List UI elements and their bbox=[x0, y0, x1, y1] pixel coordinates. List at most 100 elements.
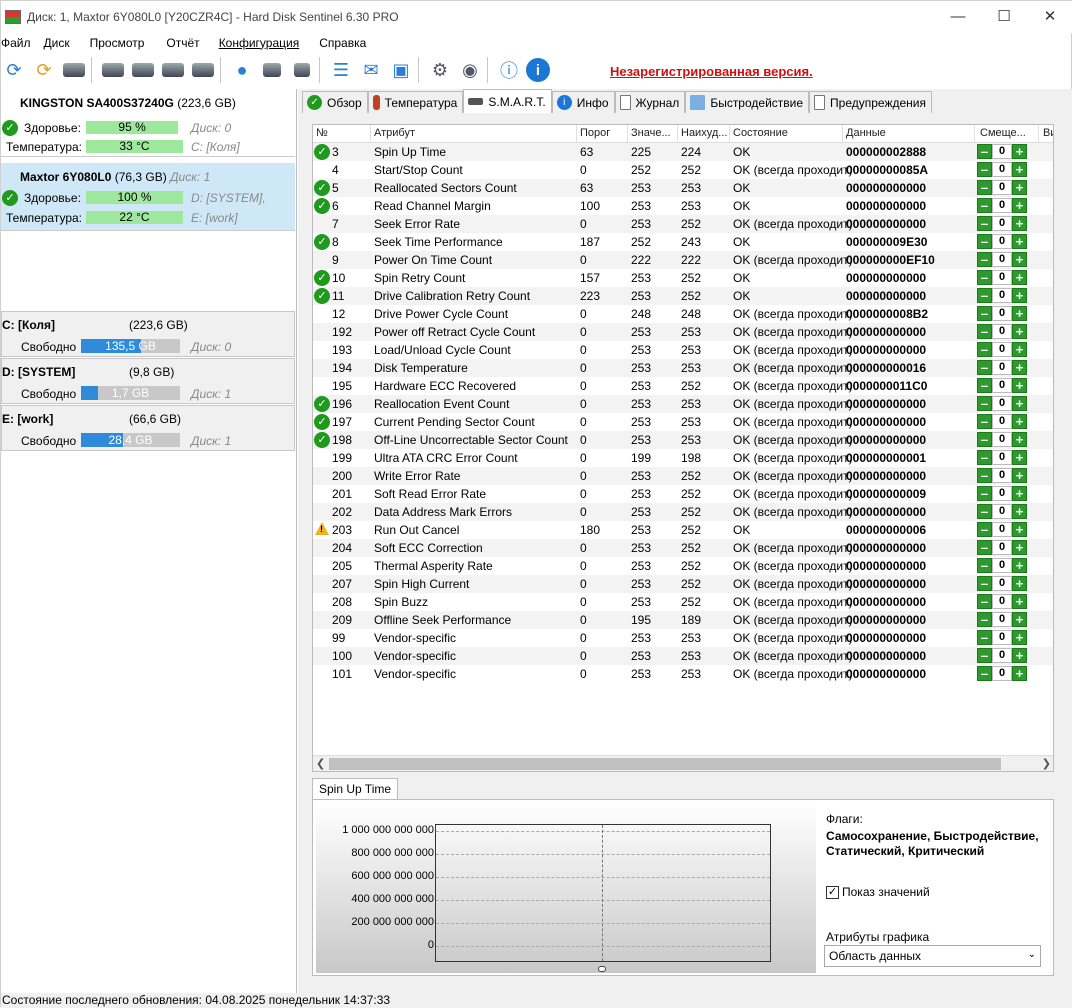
help-icon[interactable]: ⓘ bbox=[496, 57, 522, 83]
table-row[interactable]: 204 Soft ECC Correction 0 253 252 OK (всегда … bbox=[313, 539, 1053, 557]
table-row[interactable]: 7 Seek Error Rate 0 253 252 OK (всегда проход… bbox=[313, 215, 1053, 233]
plus-icon[interactable]: + bbox=[1012, 324, 1027, 339]
scroll-thumb[interactable] bbox=[329, 758, 1001, 770]
menu-config[interactable]: Конфигурация bbox=[219, 36, 311, 50]
table-row[interactable]: 101 Vendor-specific 0 253 253 OK (всегда прох… bbox=[313, 665, 1053, 683]
offset-value[interactable]: 0 bbox=[992, 522, 1012, 537]
plus-icon[interactable]: + bbox=[1012, 234, 1027, 249]
table-row[interactable]: ✓ 196 Reallocation Event Count 0 253 253 OK (в… bbox=[313, 395, 1053, 413]
plus-icon[interactable]: + bbox=[1012, 648, 1027, 663]
offset-stepper[interactable]: –0 + bbox=[977, 144, 1027, 159]
col-offset[interactable]: Смеще... bbox=[980, 127, 1026, 139]
col-worst[interactable]: Наихуд... bbox=[681, 127, 727, 139]
offset-value[interactable]: 0 bbox=[992, 198, 1012, 213]
minus-icon[interactable]: – bbox=[977, 198, 992, 213]
offset-stepper[interactable]: –0 + bbox=[977, 666, 1027, 681]
offset-stepper[interactable]: –0 + bbox=[977, 630, 1027, 645]
plus-icon[interactable]: + bbox=[1012, 252, 1027, 267]
volume-panel-d[interactable]: D: [SYSTEM] (9,8 GB) Свободно 1,7 GB Дис… bbox=[1, 358, 295, 404]
col-data[interactable]: Данные bbox=[846, 127, 886, 139]
table-row[interactable]: ✓ 8 Seek Time Performance 187 252 243 OK 000000… bbox=[313, 233, 1053, 251]
menu-file[interactable]: Файл bbox=[1, 36, 42, 50]
plus-icon[interactable]: + bbox=[1012, 414, 1027, 429]
table-row[interactable]: ✓ 197 Current Pending Sector Count 0 253 253 O… bbox=[313, 413, 1053, 431]
minus-icon[interactable]: – bbox=[977, 396, 992, 411]
plus-icon[interactable]: + bbox=[1012, 486, 1027, 501]
menu-help[interactable]: Справка bbox=[319, 36, 377, 50]
offset-stepper[interactable]: –0 + bbox=[977, 522, 1027, 537]
plus-icon[interactable]: + bbox=[1012, 540, 1027, 555]
offset-value[interactable]: 0 bbox=[992, 270, 1012, 285]
minus-icon[interactable]: – bbox=[977, 252, 992, 267]
offset-stepper[interactable]: –0 + bbox=[977, 468, 1027, 483]
minus-icon[interactable]: – bbox=[977, 450, 992, 465]
tab-overview[interactable]: ✓ Обзор bbox=[302, 91, 368, 113]
plus-icon[interactable]: + bbox=[1012, 450, 1027, 465]
offset-value[interactable]: 0 bbox=[992, 504, 1012, 519]
table-row[interactable]: 201 Soft Read Error Rate 0 253 252 OK (всегда… bbox=[313, 485, 1053, 503]
disk-check-icon[interactable] bbox=[160, 57, 186, 83]
offset-stepper[interactable]: –0 + bbox=[977, 450, 1027, 465]
plus-icon[interactable]: + bbox=[1012, 558, 1027, 573]
plus-icon[interactable]: + bbox=[1012, 144, 1027, 159]
plus-icon[interactable]: + bbox=[1012, 360, 1027, 375]
plus-icon[interactable]: + bbox=[1012, 216, 1027, 231]
minus-icon[interactable]: – bbox=[977, 288, 992, 303]
offset-stepper[interactable]: –0 + bbox=[977, 252, 1027, 267]
minus-icon[interactable]: – bbox=[977, 162, 992, 177]
offset-value[interactable]: 0 bbox=[992, 612, 1012, 627]
minus-icon[interactable]: – bbox=[977, 612, 992, 627]
table-row[interactable]: ✓ 6 Read Channel Margin 100 253 253 OK 00000000… bbox=[313, 197, 1053, 215]
scroll-right-icon[interactable]: ❯ bbox=[1042, 757, 1051, 770]
offset-value[interactable]: 0 bbox=[992, 450, 1012, 465]
disk-panel-1[interactable]: Maxtor 6Y080L0 (76,3 GB) Диск: 1 ✓ Здоро… bbox=[1, 163, 295, 231]
minus-icon[interactable]: – bbox=[977, 306, 992, 321]
plus-icon[interactable]: + bbox=[1012, 180, 1027, 195]
table-row[interactable]: ✓ 10 Spin Retry Count 157 253 252 OK 0000000000… bbox=[313, 269, 1053, 287]
offset-stepper[interactable]: –0 + bbox=[977, 306, 1027, 321]
tab-info[interactable]: i Инфо bbox=[551, 91, 615, 113]
table-row[interactable]: ✓ 5 Reallocated Sectors Count 63 253 253 OK 000… bbox=[313, 179, 1053, 197]
minus-icon[interactable]: – bbox=[977, 594, 992, 609]
external-drive-icon[interactable] bbox=[289, 57, 315, 83]
plus-icon[interactable]: + bbox=[1012, 612, 1027, 627]
offset-value[interactable]: 0 bbox=[992, 468, 1012, 483]
minus-icon[interactable]: – bbox=[977, 630, 992, 645]
table-row[interactable]: 199 Ultra ATA CRC Error Count 0 199 198 OK (в… bbox=[313, 449, 1053, 467]
table-row[interactable]: 9 Power On Time Count 0 222 222 OK (всегда пр… bbox=[313, 251, 1053, 269]
offset-value[interactable]: 0 bbox=[992, 396, 1012, 411]
scroll-left-icon[interactable]: ❮ bbox=[316, 757, 325, 770]
offset-value[interactable]: 0 bbox=[992, 324, 1012, 339]
minus-icon[interactable]: – bbox=[977, 468, 992, 483]
offset-value[interactable]: 0 bbox=[992, 666, 1012, 681]
offset-value[interactable]: 0 bbox=[992, 360, 1012, 375]
network-disk-icon[interactable]: ● bbox=[229, 57, 255, 83]
disk-search-icon[interactable] bbox=[190, 57, 216, 83]
plus-icon[interactable]: + bbox=[1012, 270, 1027, 285]
offset-value[interactable]: 0 bbox=[992, 630, 1012, 645]
offset-stepper[interactable]: –0 + bbox=[977, 594, 1027, 609]
minus-icon[interactable]: – bbox=[977, 558, 992, 573]
email-icon[interactable]: ✉ bbox=[358, 57, 384, 83]
offset-stepper[interactable]: –0 + bbox=[977, 234, 1027, 249]
offset-stepper[interactable]: –0 + bbox=[977, 558, 1027, 573]
offset-value[interactable]: 0 bbox=[992, 342, 1012, 357]
disk-list-icon[interactable] bbox=[61, 57, 87, 83]
minus-icon[interactable]: – bbox=[977, 216, 992, 231]
graph-scroll-handle[interactable] bbox=[598, 966, 606, 972]
minus-icon[interactable]: – bbox=[977, 432, 992, 447]
table-row[interactable]: 194 Disk Temperature 0 253 253 OK (всегда про… bbox=[313, 359, 1053, 377]
minus-icon[interactable]: – bbox=[977, 648, 992, 663]
table-row[interactable]: 195 Hardware ECC Recovered 0 253 252 OK (всег… bbox=[313, 377, 1053, 395]
plus-icon[interactable]: + bbox=[1012, 378, 1027, 393]
tab-performance[interactable]: Быстродействие bbox=[685, 91, 810, 113]
tab-temperature[interactable]: Температура bbox=[367, 91, 464, 113]
table-row[interactable]: 208 Spin Buzz 0 253 252 OK (всегда проходит) 0… bbox=[313, 593, 1053, 611]
gear-icon[interactable]: ⚙ bbox=[427, 57, 453, 83]
show-values-checkbox[interactable]: ✓ Показ значений bbox=[826, 885, 930, 899]
offset-stepper[interactable]: –0 + bbox=[977, 324, 1027, 339]
offset-stepper[interactable]: –0 + bbox=[977, 360, 1027, 375]
plus-icon[interactable]: + bbox=[1012, 666, 1027, 681]
minus-icon[interactable]: – bbox=[977, 144, 992, 159]
minus-icon[interactable]: – bbox=[977, 180, 992, 195]
